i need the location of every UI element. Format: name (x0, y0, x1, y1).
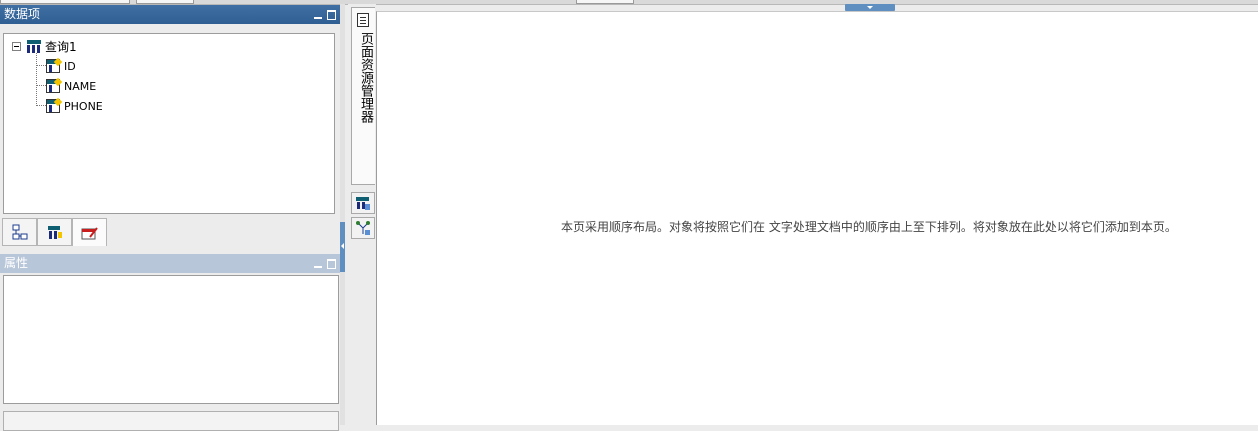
tree-node-field-phone[interactable]: PHONE (46, 97, 103, 115)
side-tab-table[interactable] (351, 192, 375, 214)
layout-hint-text: 本页采用顺序布局。对象将按照它们在 文字处理文档中的顺序由上至下排列。将对象放在… (561, 220, 1177, 234)
data-tree[interactable]: 查询1 ID NAME PHONE (3, 33, 335, 214)
description-area (3, 411, 339, 431)
tree-connector (36, 105, 46, 106)
tab-fields[interactable] (37, 218, 72, 246)
relation-icon (12, 224, 27, 240)
minimize-icon[interactable] (314, 17, 322, 19)
tree-node-field-id[interactable]: ID (46, 57, 76, 75)
tree-node-field-name[interactable]: NAME (46, 77, 96, 95)
maximize-icon[interactable] (327, 258, 336, 269)
top-tab-segment[interactable] (576, 0, 634, 4)
collapse-icon[interactable] (12, 41, 21, 51)
tree-connector (36, 85, 46, 86)
tree-node-label: 查询1 (45, 39, 77, 54)
query-table-icon (27, 39, 41, 53)
props-panel-title: 属性 (4, 256, 29, 270)
tab-relations[interactable] (2, 218, 37, 246)
collapse-left-icon (341, 243, 344, 249)
tree-node-label: PHONE (64, 99, 103, 113)
panel-splitter[interactable] (340, 4, 345, 425)
top-tab-segment[interactable] (136, 0, 194, 4)
props-panel-header: 属性 (0, 254, 340, 273)
tab-page-resource-manager[interactable]: 页面资源管理器 (351, 7, 375, 185)
minimize-icon[interactable] (314, 266, 322, 268)
top-tab-segment[interactable] (0, 0, 130, 4)
tree-node-label: ID (64, 59, 76, 73)
field-icon (46, 97, 63, 113)
tree-node-query[interactable]: 查询1 (12, 37, 77, 55)
page-icon (357, 13, 369, 27)
data-panel-header: 数据项 (0, 5, 340, 24)
maximize-icon[interactable] (327, 9, 336, 20)
field-icon (46, 77, 63, 93)
data-panel-title: 数据项 (4, 7, 41, 21)
structure-icon (356, 221, 370, 235)
table-view-icon (356, 197, 370, 210)
side-tab-structure[interactable] (351, 217, 375, 239)
tab-edit[interactable] (72, 218, 107, 246)
field-icon (46, 57, 63, 73)
tree-node-label: NAME (64, 79, 97, 93)
top-collapse-handle[interactable] (845, 4, 895, 11)
properties-area[interactable] (3, 275, 339, 404)
page-manager-label: 页面资源管理器 (358, 32, 373, 123)
page-canvas[interactable]: 本页采用顺序布局。对象将按照它们在 文字处理文档中的顺序由上至下排列。将对象放在… (376, 11, 1258, 425)
tree-connector (36, 65, 46, 66)
table-field-icon (47, 226, 62, 239)
tree-connector (36, 53, 37, 106)
table-edit-icon (81, 226, 98, 239)
